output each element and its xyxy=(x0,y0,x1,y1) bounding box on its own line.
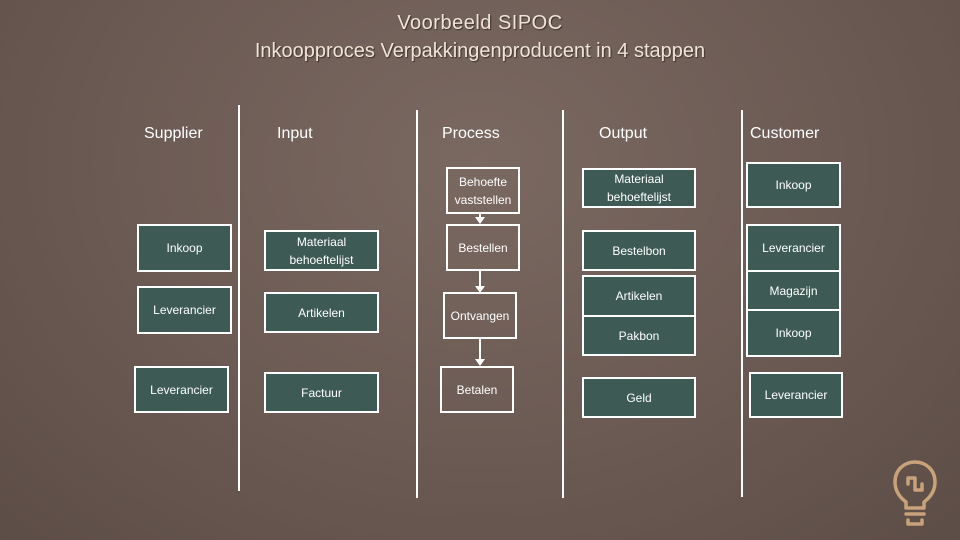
flow-arrow-3 xyxy=(475,339,485,366)
supplier-box-inkoop: Inkoop xyxy=(137,224,232,272)
process-step-ontvangen: Ontvangen xyxy=(443,292,517,339)
input-box-factuur: Factuur xyxy=(264,372,379,413)
input-box-materiaal-behoeftelijst: Materiaal behoeftelijst xyxy=(264,230,379,271)
customer-box-inkoop-2: Inkoop xyxy=(746,309,841,357)
separator-input-process xyxy=(416,110,418,498)
output-box-materiaal-behoeftelijst: Materiaal behoeftelijst xyxy=(582,168,696,208)
separator-process-output xyxy=(562,110,564,498)
flow-arrow-1 xyxy=(475,214,485,224)
supplier-box-leverancier-2: Leverancier xyxy=(134,366,229,413)
output-box-artikelen: Artikelen xyxy=(582,275,696,317)
process-step-bestellen: Bestellen xyxy=(446,224,520,271)
column-header-input: Input xyxy=(277,125,313,142)
column-header-customer: Customer xyxy=(750,125,820,142)
column-header-output: Output xyxy=(599,125,648,142)
slide-title: Voorbeeld SIPOC xyxy=(397,12,563,34)
output-box-pakbon: Pakbon xyxy=(582,315,696,356)
process-step-betalen: Betalen xyxy=(440,366,514,413)
process-step-behoefte-vaststellen: Behoefte vaststellen xyxy=(446,167,520,214)
output-box-bestelbon: Bestelbon xyxy=(582,230,696,271)
customer-box-magazijn: Magazijn xyxy=(746,270,841,311)
slide-subtitle: Inkoopproces Verpakkingenproducent in 4 … xyxy=(254,40,706,62)
customer-box-leverancier-1: Leverancier xyxy=(746,224,841,272)
column-header-process: Process xyxy=(442,125,500,142)
separator-supplier-input xyxy=(238,105,240,491)
input-box-artikelen: Artikelen xyxy=(264,292,379,333)
output-box-geld: Geld xyxy=(582,377,696,418)
supplier-box-leverancier-1: Leverancier xyxy=(137,286,232,334)
flow-arrow-2 xyxy=(475,271,485,293)
customer-box-leverancier-2: Leverancier xyxy=(749,372,843,418)
customer-box-inkoop: Inkoop xyxy=(746,162,841,208)
lightbulb-icon xyxy=(893,460,937,526)
separator-output-customer xyxy=(741,110,743,497)
column-header-supplier: Supplier xyxy=(144,125,203,142)
